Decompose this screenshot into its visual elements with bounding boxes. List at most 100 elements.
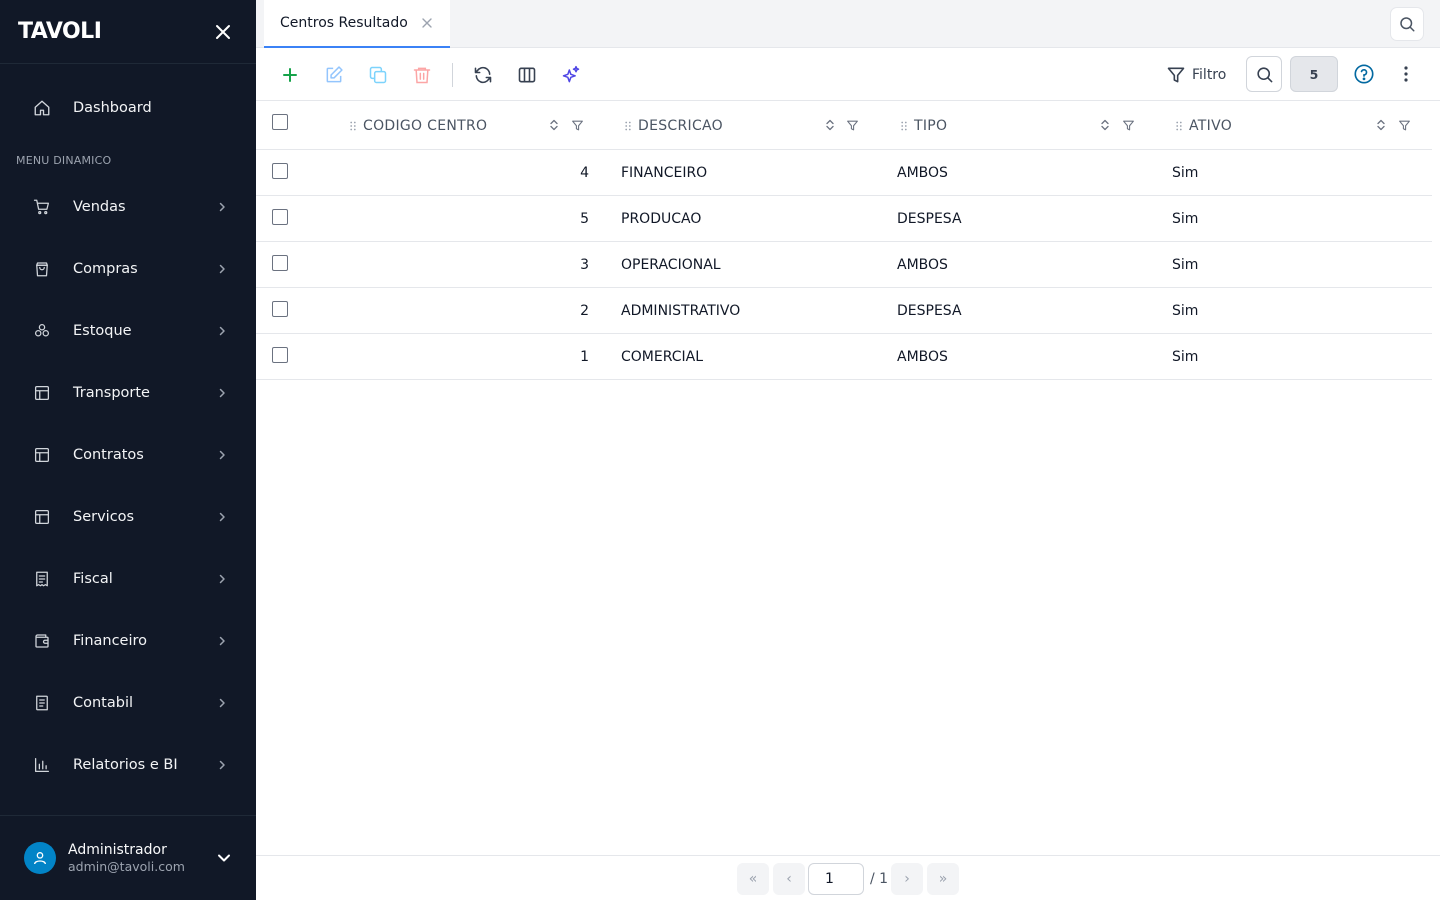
row-checkbox[interactable] bbox=[272, 347, 288, 363]
copy-icon bbox=[369, 66, 387, 84]
sidebar-item-contabil[interactable]: Contabil bbox=[16, 681, 240, 725]
help-button[interactable] bbox=[1352, 62, 1376, 86]
tab-centros-resultado[interactable]: Centros Resultado bbox=[264, 0, 450, 48]
table-row[interactable]: 1 COMERCIAL AMBOS Sim bbox=[256, 334, 1432, 380]
tab-bar: Centros Resultado bbox=[256, 0, 1440, 48]
column-filter-icon[interactable] bbox=[570, 118, 584, 132]
ai-assistant-button[interactable] bbox=[558, 62, 584, 88]
cell-codigo-centro: 3 bbox=[580, 257, 589, 273]
global-search-button[interactable] bbox=[1390, 7, 1424, 41]
chevron-down-icon bbox=[218, 854, 230, 862]
data-table: CODIGO CENTRO DESCRICAO TIPO ATIVO 4 FINANCE… bbox=[256, 101, 1432, 380]
layout-icon bbox=[32, 507, 52, 527]
sort-icon[interactable] bbox=[1374, 118, 1388, 132]
column-header-label: DESCRICAO bbox=[638, 117, 723, 134]
user-menu-toggle[interactable] bbox=[214, 848, 234, 868]
sidebar-item-estoque[interactable]: Estoque bbox=[16, 309, 240, 353]
add-button[interactable] bbox=[277, 62, 303, 88]
sidebar-item-transporte[interactable]: Transporte bbox=[16, 371, 240, 415]
edit-button[interactable] bbox=[321, 62, 347, 88]
cart-icon bbox=[32, 197, 52, 217]
row-checkbox[interactable] bbox=[272, 163, 288, 179]
column-header-label: CODIGO CENTRO bbox=[363, 117, 488, 134]
page-number-input[interactable] bbox=[808, 863, 864, 895]
table-row[interactable]: 4 FINANCEIRO AMBOS Sim bbox=[256, 150, 1432, 196]
bag-icon bbox=[32, 259, 52, 279]
filter-button[interactable]: Filtro bbox=[1166, 61, 1226, 89]
delete-button[interactable] bbox=[409, 62, 435, 88]
chevron-right-icon bbox=[214, 385, 230, 401]
cell-descricao: FINANCEIRO bbox=[621, 165, 708, 181]
sidebar-item-label: Compras bbox=[73, 261, 138, 277]
user-email: admin@tavoli.com bbox=[68, 859, 185, 874]
table-row[interactable]: 5 PRODUCAO DESPESA Sim bbox=[256, 196, 1432, 242]
sidebar-item-servicos[interactable]: Servicos bbox=[16, 495, 240, 539]
table-header: CODIGO CENTRO DESCRICAO TIPO ATIVO bbox=[256, 101, 1432, 150]
sidebar-item-label: Financeiro bbox=[73, 633, 148, 649]
columns-icon bbox=[518, 67, 536, 83]
first-page-button[interactable]: « bbox=[737, 863, 769, 895]
drag-handle-icon[interactable] bbox=[899, 120, 909, 132]
close-tab-button[interactable] bbox=[420, 16, 434, 30]
sidebar-item-label: Estoque bbox=[73, 323, 132, 339]
search-button[interactable] bbox=[1246, 56, 1282, 92]
chevron-right-icon bbox=[214, 447, 230, 463]
drag-handle-icon[interactable] bbox=[623, 120, 633, 132]
cell-tipo: DESPESA bbox=[897, 303, 962, 319]
sort-icon[interactable] bbox=[547, 118, 561, 132]
filter-label: Filtro bbox=[1192, 67, 1227, 83]
prev-page-button[interactable]: ‹ bbox=[773, 863, 805, 895]
cell-ativo: Sim bbox=[1172, 165, 1199, 181]
table-row[interactable]: 2 ADMINISTRATIVO DESPESA Sim bbox=[256, 288, 1432, 334]
sidebar-item-label: Vendas bbox=[73, 199, 126, 215]
sidebar-item-label: Contratos bbox=[73, 447, 144, 463]
column-header-ativo[interactable]: ATIVO bbox=[1174, 101, 1232, 150]
cell-tipo: AMBOS bbox=[897, 257, 948, 273]
sort-icon[interactable] bbox=[823, 118, 837, 132]
cell-descricao: COMERCIAL bbox=[621, 349, 704, 365]
table-row[interactable]: 3 OPERACIONAL AMBOS Sim bbox=[256, 242, 1432, 288]
column-header-codigo-centro[interactable]: CODIGO CENTRO bbox=[348, 101, 487, 150]
row-checkbox[interactable] bbox=[272, 301, 288, 317]
sidebar-item-fiscal[interactable]: Fiscal bbox=[16, 557, 240, 601]
user-profile[interactable]: Administrador admin@tavoli.com bbox=[0, 815, 256, 900]
select-all-checkbox[interactable] bbox=[272, 114, 288, 130]
row-checkbox[interactable] bbox=[272, 209, 288, 225]
row-checkbox[interactable] bbox=[272, 255, 288, 271]
sidebar-item-compras[interactable]: Compras bbox=[16, 247, 240, 291]
bar-chart-icon bbox=[32, 755, 52, 775]
close-icon bbox=[422, 18, 432, 28]
close-sidebar-button[interactable] bbox=[212, 21, 234, 43]
sidebar-item-vendas[interactable]: Vendas bbox=[16, 185, 240, 229]
column-header-tipo[interactable]: TIPO bbox=[899, 101, 947, 150]
toolbar-divider bbox=[452, 63, 453, 87]
book-icon bbox=[32, 693, 52, 713]
refresh-button[interactable] bbox=[470, 62, 496, 88]
column-filter-icon[interactable] bbox=[1397, 118, 1411, 132]
drag-handle-icon[interactable] bbox=[1174, 120, 1184, 132]
home-icon bbox=[32, 98, 52, 118]
column-filter-icon[interactable] bbox=[845, 118, 859, 132]
sidebar-item-dashboard[interactable]: Dashboard bbox=[16, 86, 240, 130]
drag-handle-icon[interactable] bbox=[348, 120, 358, 132]
last-page-button[interactable]: » bbox=[927, 863, 959, 895]
sidebar-item-relatorios-e-bi[interactable]: Relatorios e BI bbox=[16, 743, 240, 787]
next-page-button[interactable]: › bbox=[891, 863, 923, 895]
column-header-label: TIPO bbox=[914, 117, 948, 134]
column-filter-icon[interactable] bbox=[1121, 118, 1135, 132]
sidebar-item-label: Servicos bbox=[73, 509, 135, 525]
chevron-right-icon bbox=[214, 571, 230, 587]
sparkles-icon bbox=[562, 65, 580, 83]
duplicate-button[interactable] bbox=[365, 62, 391, 88]
sort-icon[interactable] bbox=[1098, 118, 1112, 132]
cell-descricao: PRODUCAO bbox=[621, 211, 702, 227]
user-name: Administrador bbox=[68, 842, 167, 858]
column-header-descricao[interactable]: DESCRICAO bbox=[623, 101, 723, 150]
layout-icon bbox=[32, 445, 52, 465]
cell-codigo-centro: 1 bbox=[580, 349, 589, 365]
sidebar-item-financeiro[interactable]: Financeiro bbox=[16, 619, 240, 663]
sidebar-item-contratos[interactable]: Contratos bbox=[16, 433, 240, 477]
columns-button[interactable] bbox=[514, 62, 540, 88]
more-options-button[interactable] bbox=[1396, 62, 1416, 86]
close-icon bbox=[216, 24, 230, 39]
